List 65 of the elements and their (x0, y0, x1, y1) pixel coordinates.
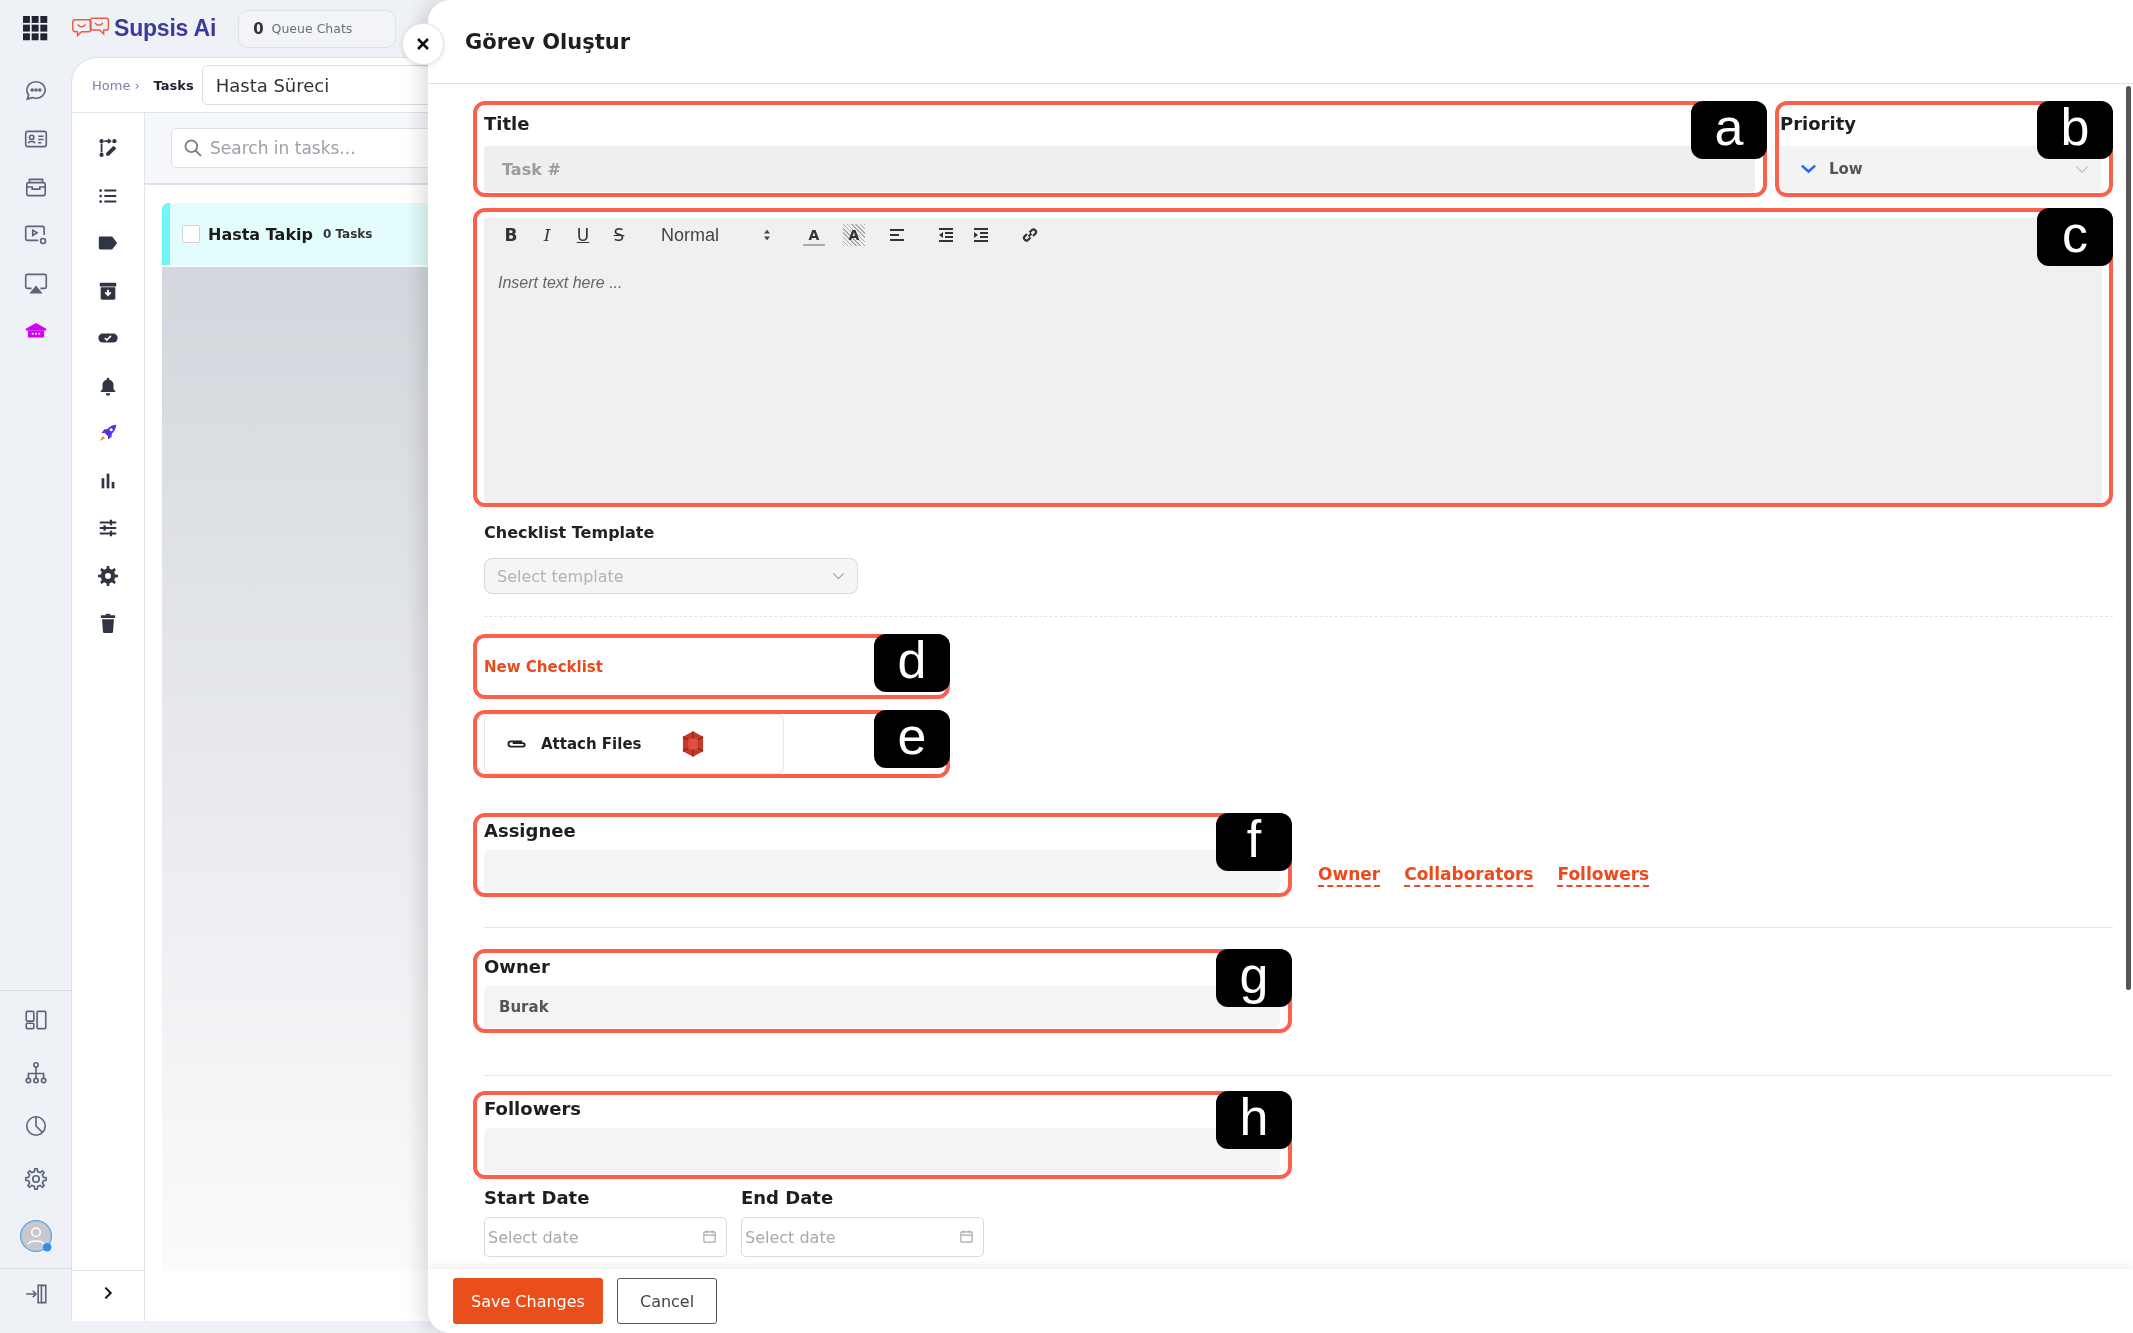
settings-icon[interactable] (22, 1166, 49, 1192)
calendar-icon (959, 1229, 974, 1244)
callout-badge: b (2037, 101, 2113, 159)
checkbox[interactable] (182, 225, 200, 243)
field-label: Followers (484, 1097, 582, 1121)
settings-icon[interactable] (97, 564, 119, 587)
dropdown-caret-icon (832, 572, 845, 580)
field-label: Checklist Template (484, 522, 655, 544)
text-color-button[interactable]: A (803, 224, 825, 246)
link-icon[interactable] (1020, 225, 1040, 245)
search-icon (183, 138, 203, 158)
attach-files-button[interactable]: Attach Files (484, 714, 784, 774)
outdent-icon[interactable] (936, 225, 956, 245)
dropdown-caret-icon (2075, 164, 2089, 174)
modal-title: Görev Oluştur (465, 29, 631, 54)
highlight-button[interactable]: A (843, 224, 865, 246)
role-link[interactable]: Owner (1318, 864, 1381, 887)
text-style-select[interactable]: Normal (659, 222, 779, 248)
up-down-arrows-icon (763, 229, 771, 241)
new-checklist-link[interactable]: New Checklist (484, 657, 603, 676)
avatar-icon[interactable] (18, 1219, 53, 1253)
date-field[interactable]: Select date (484, 1217, 727, 1257)
strikethrough-button[interactable]: S (605, 222, 633, 248)
field-label: Start Date (484, 1186, 590, 1210)
queue-chats-pill[interactable]: 0 Queue Chats (238, 9, 397, 48)
breadcrumb-link[interactable]: Tasks (153, 77, 194, 93)
date-field[interactable]: Select date (741, 1217, 984, 1257)
callout-badge: a (1691, 101, 1767, 159)
callout-badge: e (874, 710, 950, 768)
field-label: Priority (1780, 112, 1856, 136)
scrollbar-thumb[interactable] (2126, 86, 2131, 990)
field-label: Assignee (484, 819, 576, 843)
workflow-edit-icon[interactable] (97, 137, 119, 159)
priority-select[interactable]: Low (1780, 146, 2101, 192)
task-count: 0 Tasks (322, 227, 373, 241)
editor-placeholder: Insert text here ... (498, 274, 623, 292)
indent-icon[interactable] (971, 225, 991, 245)
rocket-icon[interactable] (97, 422, 119, 444)
underline-button[interactable]: U (569, 222, 597, 248)
close-icon (415, 36, 431, 52)
paperclip-icon (505, 738, 529, 750)
title-input[interactable]: Task # (484, 146, 1755, 192)
storage-bucket-icon (681, 730, 704, 758)
callout-badge: h (1216, 1091, 1292, 1149)
breadcrumb-link[interactable]: Home (92, 77, 131, 93)
breadcrumb-separator: › (134, 77, 140, 93)
save-button[interactable]: Save Changes (453, 1278, 603, 1324)
bold-button[interactable]: B (497, 222, 525, 248)
task-list-name: Hasta Takip (208, 224, 313, 244)
callout-badge: d (874, 634, 950, 692)
callout-badge: c (2037, 208, 2113, 266)
role-link[interactable]: Followers (1557, 864, 1650, 887)
italic-button[interactable]: I (533, 222, 561, 248)
role-link[interactable]: Collaborators (1404, 864, 1534, 887)
field-label: End Date (741, 1186, 834, 1210)
sliders-icon[interactable] (97, 517, 119, 539)
calendar-icon (702, 1229, 717, 1244)
callout-badge: f (1216, 813, 1292, 871)
chevron-down-icon (1800, 164, 1817, 174)
hierarchy-icon[interactable] (22, 1060, 49, 1086)
cancel-button[interactable]: Cancel (616, 1278, 718, 1324)
brand-name: Supsis Ai (114, 15, 217, 42)
apps-grid-icon[interactable] (22, 15, 49, 42)
callout-badge: g (1216, 949, 1292, 1007)
field-label: Owner (484, 955, 550, 979)
